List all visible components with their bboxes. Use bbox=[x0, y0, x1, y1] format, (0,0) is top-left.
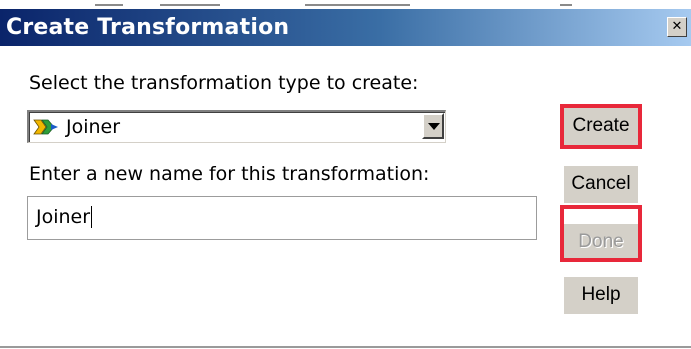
dialog-bottom-border bbox=[0, 346, 691, 348]
help-button[interactable]: Help bbox=[564, 277, 638, 314]
dialog-title: Create Transformation bbox=[6, 15, 290, 40]
background-window-strip bbox=[0, 0, 691, 9]
name-label: Enter a new name for this transformation… bbox=[29, 163, 430, 185]
name-input-text: Joiner bbox=[36, 206, 91, 228]
transformation-type-select[interactable]: Joiner bbox=[27, 110, 446, 143]
screenshot-page: Create Transformation ✕ Select the trans… bbox=[0, 0, 691, 349]
create-button-highlight bbox=[560, 104, 642, 149]
type-label: Select the transformation type to create… bbox=[29, 72, 419, 94]
chevron-down-icon bbox=[428, 123, 440, 130]
dropdown-button[interactable] bbox=[422, 113, 444, 139]
close-button[interactable]: ✕ bbox=[667, 17, 687, 37]
done-button-highlight bbox=[560, 205, 642, 262]
text-caret bbox=[91, 206, 93, 228]
joiner-icon bbox=[33, 119, 58, 135]
dialog-titlebar[interactable]: Create Transformation ✕ bbox=[0, 9, 691, 46]
name-input-value: Joiner bbox=[36, 206, 93, 228]
cancel-button[interactable]: Cancel bbox=[564, 166, 638, 203]
transformation-name-input[interactable]: Joiner bbox=[27, 196, 537, 240]
select-value: Joiner bbox=[66, 116, 121, 138]
close-icon: ✕ bbox=[671, 19, 683, 34]
